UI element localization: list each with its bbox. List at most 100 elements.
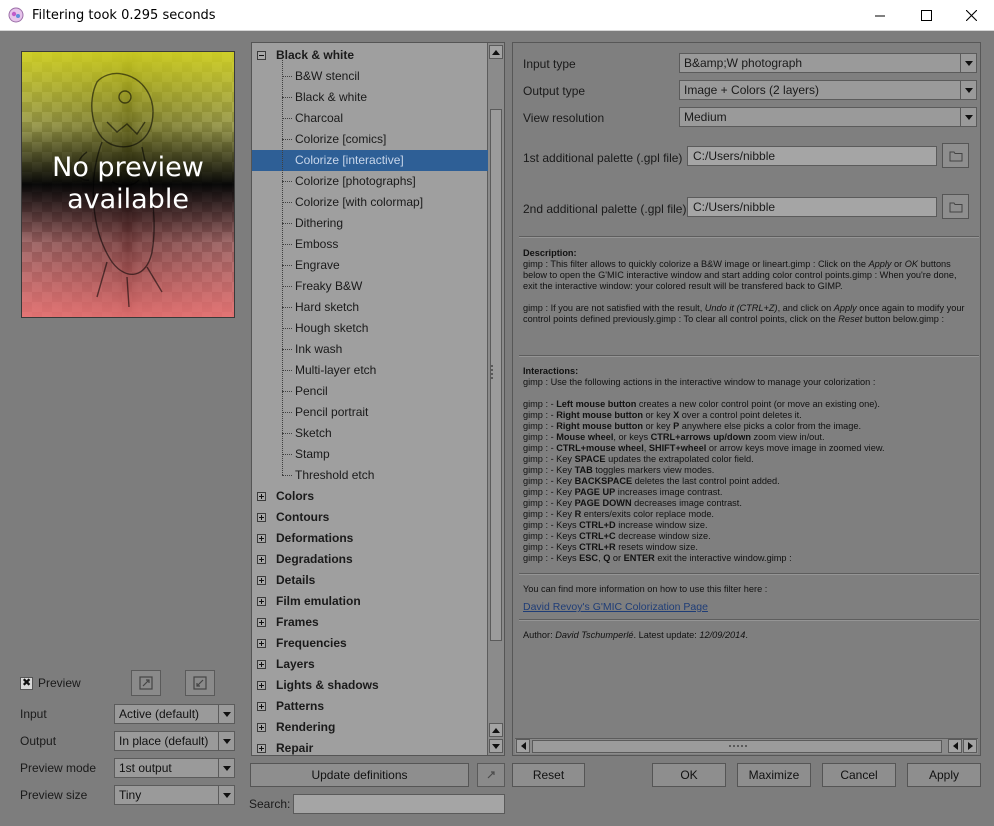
- expand-icon[interactable]: [257, 534, 266, 543]
- scroll-left-button[interactable]: [516, 739, 530, 753]
- tree-item-label: Pencil: [295, 384, 328, 398]
- tree-category[interactable]: Frequencies: [276, 633, 347, 654]
- tree-item[interactable]: Multi-layer etch: [295, 360, 376, 381]
- preview-checkbox[interactable]: [20, 676, 33, 690]
- tree-category[interactable]: Layers: [276, 654, 315, 675]
- tree-item[interactable]: Colorize [with colormap]: [295, 192, 423, 213]
- tree-item[interactable]: Hough sketch: [295, 318, 368, 339]
- interaction-line: gimp : - Keys ESC, Q or ENTER exit the i…: [523, 553, 792, 563]
- tree-category[interactable]: Rendering: [276, 717, 335, 738]
- fullscreen-icon: [487, 771, 495, 779]
- tree-item[interactable]: Charcoal: [295, 108, 343, 129]
- palette1-path-field[interactable]: C:/Users/nibble: [687, 146, 937, 166]
- tree-category[interactable]: Lights & shadows: [276, 675, 379, 696]
- tree-category[interactable]: Repair: [276, 738, 313, 755]
- tree-category[interactable]: Colors: [276, 486, 314, 507]
- palette2-path-field[interactable]: C:/Users/nibble: [687, 197, 937, 217]
- tree-item[interactable]: Colorize [photographs]: [295, 171, 416, 192]
- tree-connector: [282, 244, 292, 245]
- expand-icon[interactable]: [257, 639, 266, 648]
- tree-item[interactable]: Sketch: [295, 423, 332, 444]
- interaction-line: gimp : - Key TAB toggles markers view mo…: [523, 465, 715, 475]
- expand-icon[interactable]: [257, 681, 266, 690]
- tree-item[interactable]: Colorize [comics]: [295, 129, 386, 150]
- scroll-up-button-lower[interactable]: [489, 723, 503, 737]
- expand-icon[interactable]: [257, 513, 266, 522]
- input-select[interactable]: Active (default): [114, 704, 235, 724]
- reset-button[interactable]: Reset: [512, 763, 585, 787]
- scroll-right-button[interactable]: [963, 739, 977, 753]
- filter-tree[interactable]: Black & white B&W stencil Black & white Cha…: [251, 42, 505, 756]
- cancel-button[interactable]: Cancel: [822, 763, 896, 787]
- tree-item[interactable]: Freaky B&W: [295, 276, 362, 297]
- expand-icon[interactable]: [257, 576, 266, 585]
- search-input[interactable]: [293, 794, 505, 814]
- tree-category[interactable]: Details: [276, 570, 315, 591]
- update-definitions-button[interactable]: Update definitions: [250, 763, 469, 787]
- scroll-up-button[interactable]: [489, 45, 503, 59]
- colorization-page-link[interactable]: David Revoy's G'MIC Colorization Page: [523, 601, 708, 613]
- apply-button[interactable]: Apply: [907, 763, 981, 787]
- tree-item-label: Colorize [photographs]: [295, 174, 416, 188]
- tree-item[interactable]: B&W stencil: [295, 66, 360, 87]
- tree-item-label: Multi-layer etch: [295, 363, 377, 377]
- scroll-left-button-right[interactable]: [948, 739, 962, 753]
- maximize-button[interactable]: Maximize: [737, 763, 811, 787]
- zoom-reset-button[interactable]: [185, 670, 215, 696]
- scroll-down-button[interactable]: [489, 739, 503, 753]
- tree-category[interactable]: Contours: [276, 507, 329, 528]
- palette2-browse-button[interactable]: [942, 194, 969, 219]
- output-select-value: In place (default): [119, 734, 209, 748]
- preview-size-select[interactable]: Tiny: [114, 785, 235, 805]
- close-button[interactable]: [948, 0, 994, 31]
- input-type-select[interactable]: B&amp;W photograph: [679, 53, 977, 73]
- tree-item[interactable]: Threshold etch: [295, 465, 374, 486]
- preview-toggle[interactable]: Preview: [20, 676, 81, 690]
- tree-category[interactable]: Degradations: [276, 549, 353, 570]
- expand-icon[interactable]: [257, 723, 266, 732]
- tree-category[interactable]: Film emulation: [276, 591, 361, 612]
- folder-icon: [949, 202, 962, 212]
- tree-connector: [282, 60, 283, 475]
- tree-category[interactable]: Patterns: [276, 696, 324, 717]
- expand-icon[interactable]: [257, 660, 266, 669]
- tree-item[interactable]: Dithering: [295, 213, 343, 234]
- ok-button[interactable]: OK: [652, 763, 726, 787]
- tree-item[interactable]: Black & white: [295, 87, 367, 108]
- fullscreen-toggle-button[interactable]: [477, 763, 505, 787]
- expand-icon[interactable]: [257, 744, 266, 753]
- collapse-icon: [193, 676, 207, 690]
- tree-item[interactable]: Stamp: [295, 444, 330, 465]
- view-resolution-select[interactable]: Medium: [679, 107, 977, 127]
- tree-category[interactable]: Frames: [276, 612, 319, 633]
- tree-vertical-scrollbar[interactable]: [487, 43, 504, 755]
- zoom-fit-button[interactable]: [131, 670, 161, 696]
- preview-mode-select[interactable]: 1st output: [114, 758, 235, 778]
- tree-item[interactable]: Emboss: [295, 234, 338, 255]
- expand-icon[interactable]: [257, 492, 266, 501]
- expand-icon[interactable]: [257, 702, 266, 711]
- tree-connector: [282, 475, 292, 476]
- expand-icon[interactable]: [257, 597, 266, 606]
- arrow-left-icon: [952, 742, 958, 750]
- params-horizontal-scrollbar[interactable]: [515, 738, 978, 754]
- tree-category[interactable]: Black & white: [276, 45, 354, 66]
- expand-icon[interactable]: [257, 618, 266, 627]
- tree-item[interactable]: Engrave: [295, 255, 340, 276]
- tree-connector: [282, 286, 292, 287]
- tree-item[interactable]: Pencil: [295, 381, 328, 402]
- palette1-browse-button[interactable]: [942, 143, 969, 168]
- collapse-icon[interactable]: [257, 51, 266, 60]
- tree-item-selected[interactable]: Colorize [interactive]: [252, 150, 488, 171]
- minimize-button[interactable]: [857, 0, 903, 31]
- output-type-select[interactable]: Image + Colors (2 layers): [679, 80, 977, 100]
- tree-item[interactable]: Pencil portrait: [295, 402, 368, 423]
- output-select[interactable]: In place (default): [114, 731, 235, 751]
- tree-category-label: Lights & shadows: [276, 678, 379, 692]
- tree-item[interactable]: Ink wash: [295, 339, 342, 360]
- tree-item[interactable]: Hard sketch: [295, 297, 359, 318]
- tree-category[interactable]: Deformations: [276, 528, 353, 549]
- maximize-window-button[interactable]: [903, 0, 949, 31]
- expand-icon[interactable]: [257, 555, 266, 564]
- tree-connector: [282, 265, 292, 266]
